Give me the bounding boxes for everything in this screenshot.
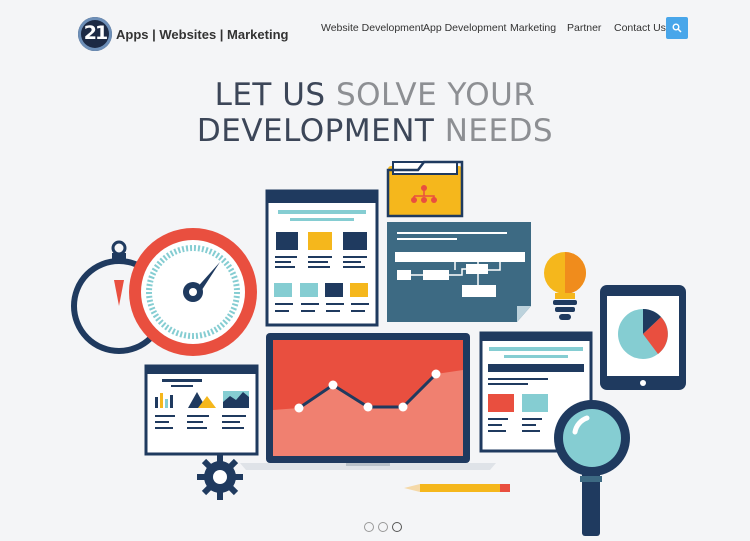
nav-contact-us[interactable]: Contact Us: [614, 22, 666, 34]
carousel-dot-2[interactable]: [378, 522, 388, 532]
logo[interactable]: 21 Apps | Websites | Marketing: [78, 17, 288, 51]
carousel-dot-3[interactable]: [392, 522, 402, 532]
folder-icon: [386, 160, 464, 218]
logo-text: Apps | Websites | Marketing: [116, 26, 289, 42]
flowchart-panel-icon: [387, 222, 531, 322]
hero-line1-dark: LET US: [214, 77, 326, 113]
laptop-line-chart-icon: [240, 333, 496, 470]
stopwatch-icon: [71, 240, 167, 354]
nav-app-development[interactable]: App Development: [423, 22, 506, 34]
analytics-window-icon: [144, 364, 259, 456]
logo-badge-text: 21: [83, 22, 108, 44]
gear-icon: [197, 454, 243, 500]
carousel-dot-1[interactable]: [364, 522, 374, 532]
magnifying-glass-icon: [554, 400, 630, 536]
nav-partner[interactable]: Partner: [567, 22, 601, 34]
speedometer-icon: [129, 228, 257, 356]
search-button[interactable]: [666, 17, 688, 39]
nav-marketing[interactable]: Marketing: [510, 22, 556, 34]
document-icon: [265, 189, 379, 327]
webpage-layout-icon: [479, 331, 593, 453]
carousel-indicators: [364, 522, 402, 532]
lightbulb-icon: [544, 252, 586, 320]
nav-website-development[interactable]: Website Development: [321, 22, 424, 34]
tablet-pie-chart-icon: [600, 285, 686, 390]
logo-badge: 21: [78, 17, 112, 51]
pencil-icon: [404, 484, 510, 492]
hero-line1-light: SOLVE YOUR: [335, 77, 536, 113]
hero-line2-dark: DEVELOPMENT: [196, 113, 435, 149]
hero-line2-light: NEEDS: [444, 113, 554, 149]
hero-headline-line1: LET US SOLVE YOUR: [0, 77, 750, 113]
search-icon: [672, 23, 682, 33]
hero-headline-line2: DEVELOPMENT NEEDS: [0, 113, 750, 149]
